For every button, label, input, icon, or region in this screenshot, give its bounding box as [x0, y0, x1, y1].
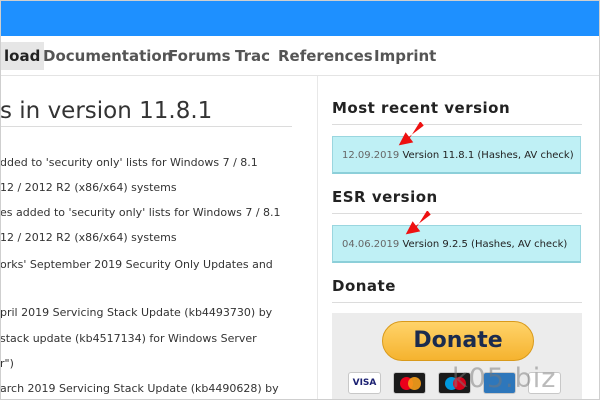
page-title: s in version 11.8.1 [0, 98, 213, 124]
heading-rule [332, 213, 582, 214]
nav-divider [0, 75, 600, 76]
changelog-line: dded to 'security only' lists for Window… [0, 156, 258, 169]
changelog-line: 12 / 2012 R2 (x86/x64) systems [0, 181, 177, 194]
changelog-line: stack update (kb4517134) for Windows Ser… [0, 332, 257, 345]
donate-button[interactable]: Donate [382, 321, 534, 361]
changelog-line: r") [0, 357, 14, 370]
donate-heading: Donate [332, 277, 396, 295]
nav-item-documentation[interactable]: Documentation [39, 42, 176, 70]
nav-item-references[interactable]: References [274, 42, 377, 70]
nav-item-download[interactable]: load [0, 42, 45, 70]
red-arrow-icon [405, 211, 431, 235]
most-recent-heading: Most recent version [332, 99, 511, 117]
release-date: 12.09.2019 [342, 150, 400, 161]
top-header-bar [0, 0, 600, 36]
heading-rule [332, 124, 582, 125]
heading-rule [332, 302, 582, 303]
title-underline [0, 126, 292, 127]
nav-item-forums[interactable]: Forums [164, 42, 235, 70]
changelog-line: pril 2019 Servicing Stack Update (kb4493… [0, 306, 273, 319]
visa-card-icon: VISA [348, 372, 381, 394]
nav-item-imprint[interactable]: Imprint [370, 42, 440, 70]
nav-item-trac[interactable]: Trac [231, 42, 274, 70]
changelog-line: orks' September 2019 Security Only Updat… [0, 258, 273, 271]
release-date: 04.06.2019 [342, 239, 400, 250]
changelog-line: es added to 'security only' lists for Wi… [0, 206, 281, 219]
column-divider [317, 76, 318, 400]
esr-heading: ESR version [332, 188, 438, 206]
watermark-text: k05.biz [452, 363, 557, 394]
mastercard-icon [393, 372, 426, 394]
esr-version-box: 04.06.2019 Version 9.2.5 (Hashes, AV che… [332, 225, 581, 263]
hashes-link[interactable]: (Hashes, AV check) [471, 239, 567, 250]
red-arrow-icon [398, 122, 424, 146]
hashes-link[interactable]: (Hashes, AV check) [477, 150, 573, 161]
main-navigation: load Documentation Forums Trac Reference… [0, 36, 600, 76]
most-recent-version-box: 12.09.2019 Version 11.8.1 (Hashes, AV ch… [332, 136, 581, 174]
changelog-line: arch 2019 Servicing Stack Update (kb4490… [0, 382, 279, 395]
changelog-line: 12 / 2012 R2 (x86/x64) systems [0, 231, 177, 244]
